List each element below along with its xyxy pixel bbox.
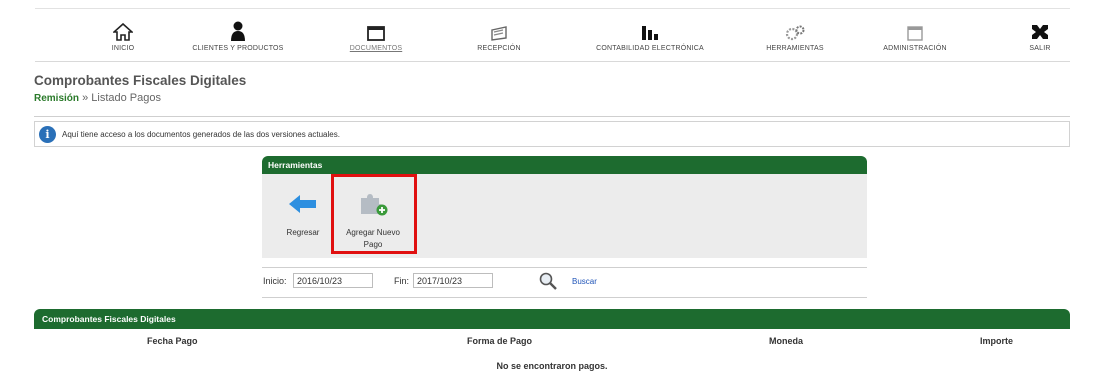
breadcrumb-link-remision[interactable]: Remisión: [34, 93, 79, 104]
search-icon[interactable]: [538, 272, 558, 295]
nav-label: RECEPCIÓN: [477, 45, 521, 52]
nav-item-recepcion[interactable]: RECEPCIÓN: [467, 9, 531, 63]
nav-item-administracion[interactable]: ADMINISTRACIÓN: [870, 9, 960, 63]
divider: [34, 116, 1070, 117]
highlight-box: [331, 174, 417, 254]
back-button-label: Regresar: [286, 228, 320, 237]
inbox-icon: [490, 15, 508, 41]
nav-label: HERRAMIENTAS: [766, 45, 824, 52]
nav-label: CLIENTES Y PRODUCTOS: [192, 45, 284, 52]
column-header-forma-de-pago: Forma de Pago: [467, 336, 533, 346]
start-date-label: Inicio:: [263, 276, 287, 286]
nav-item-herramientas[interactable]: HERRAMIENTAS: [755, 9, 835, 63]
nav-label: SALIR: [1029, 45, 1051, 52]
top-navigation: INICIO CLIENTES Y PRODUCTOS DOCUMENTOS R…: [35, 8, 1070, 62]
nav-label: ADMINISTRACIÓN: [883, 45, 947, 52]
breadcrumb-current: Listado Pagos: [91, 92, 161, 104]
end-date-label: Fin:: [394, 276, 410, 286]
column-header-importe: Importe: [980, 336, 1014, 346]
start-date-input[interactable]: [293, 273, 373, 288]
nav-item-inicio[interactable]: INICIO: [93, 9, 153, 63]
info-icon: i: [39, 125, 56, 143]
divider: [262, 267, 867, 268]
bar-chart-icon: [640, 15, 660, 41]
page-title: Comprobantes Fiscales Digitales: [34, 73, 247, 88]
search-link[interactable]: Buscar: [572, 277, 597, 286]
gears-icon: [785, 15, 805, 41]
back-button[interactable]: Regresar: [280, 194, 326, 239]
tools-panel-header: Herramientas: [262, 156, 867, 174]
results-table-header: Comprobantes Fiscales Digitales: [34, 309, 1070, 329]
breadcrumb: Remisión » Listado Pagos: [34, 92, 161, 104]
arrow-left-icon: [288, 194, 318, 219]
nav-item-contabilidad-electronica[interactable]: CONTABILIDAD ELECTRÓNICA: [585, 9, 715, 63]
column-header-fecha-pago: Fecha Pago: [147, 336, 198, 346]
info-bar: i Aquí tiene acceso a los documentos gen…: [34, 121, 1070, 147]
nav-label: DOCUMENTOS: [349, 45, 403, 52]
nav-label: CONTABILIDAD ELECTRÓNICA: [596, 45, 704, 52]
folder-icon: [367, 15, 385, 41]
user-icon: [230, 15, 246, 41]
calendar-icon: [907, 15, 923, 41]
column-header-moneda: Moneda: [769, 336, 804, 346]
empty-results-message: No se encontraron pagos.: [496, 361, 608, 371]
divider: [262, 297, 867, 298]
info-text: Aquí tiene acceso a los documentos gener…: [62, 129, 340, 139]
nav-item-clientes-y-productos[interactable]: CLIENTES Y PRODUCTOS: [185, 9, 291, 63]
end-date-input[interactable]: [413, 273, 493, 288]
nav-label: INICIO: [111, 45, 135, 52]
nav-item-salir[interactable]: SALIR: [1020, 9, 1060, 63]
breadcrumb-separator: »: [82, 92, 89, 104]
home-icon: [113, 15, 133, 41]
nav-item-documentos[interactable]: DOCUMENTOS: [338, 9, 414, 63]
exit-icon: [1030, 15, 1050, 41]
